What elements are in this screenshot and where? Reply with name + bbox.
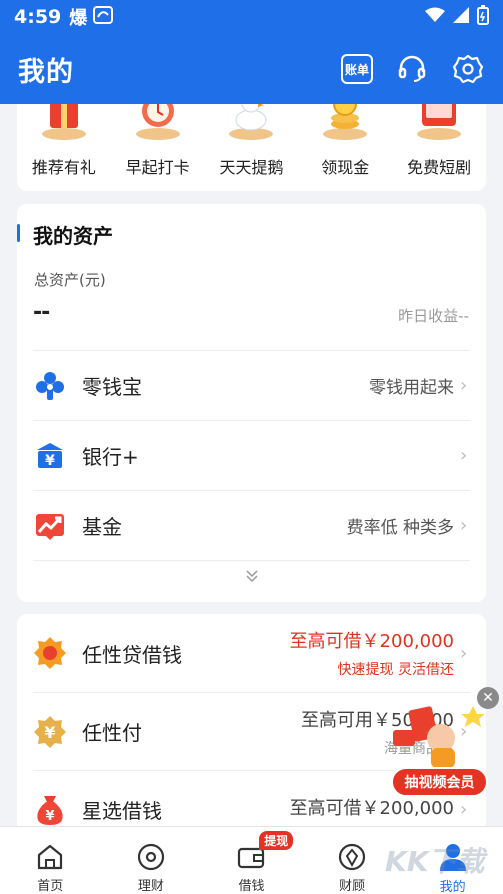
- promo-label: 免费短剧: [407, 158, 472, 177]
- asset-row-bank-plus[interactable]: ¥ 银行+ ›: [33, 420, 470, 490]
- asset-row-fund[interactable]: 基金 费率低 种类多 ›: [33, 490, 470, 560]
- asset-name: 银行+: [82, 445, 139, 469]
- chevron-right-icon: ›: [460, 515, 468, 536]
- promo-item-referral[interactable]: 推荐有礼: [18, 104, 110, 178]
- battery-icon: [477, 5, 489, 29]
- fund-chart-icon: [33, 509, 67, 543]
- asset-name: 零钱宝: [82, 375, 142, 399]
- settings-button[interactable]: [451, 52, 485, 86]
- expand-more-button[interactable]: [17, 568, 486, 588]
- promo-label: 领现金: [321, 158, 370, 177]
- headset-icon: [398, 55, 426, 82]
- promo-item-morning-checkin[interactable]: 早起打卡: [112, 104, 204, 178]
- nav-borrow[interactable]: 提现 借钱: [201, 827, 302, 894]
- nav-home[interactable]: 首页: [0, 827, 101, 894]
- svg-text:¥: ¥: [45, 809, 54, 824]
- withdraw-badge: 提现: [259, 831, 294, 850]
- profile-icon: [437, 841, 469, 873]
- promo-card: 推荐有礼 早起打卡 天天提鹅 领现金 免费短剧: [17, 104, 486, 191]
- promo-item-cash[interactable]: 领现金: [299, 104, 391, 178]
- app-notification-icon: [93, 5, 114, 30]
- gear-icon: [453, 54, 483, 84]
- nav-label: 首页: [37, 879, 64, 894]
- nav-profile[interactable]: 我的: [402, 827, 503, 894]
- wifi-icon: [425, 7, 445, 27]
- gift-icon: [39, 104, 89, 142]
- status-bar: 4:59 爆: [0, 0, 503, 34]
- nav-label: 理财: [137, 879, 164, 894]
- loan-name: 任性付: [82, 721, 142, 745]
- yesterday-earnings: 昨日收益--: [398, 307, 469, 325]
- money-bag-icon: ¥: [33, 793, 67, 827]
- loan-row-renxingdai[interactable]: 任性贷借钱 至高可借￥200,000 快速提现 灵活借还 ›: [33, 614, 470, 692]
- renxingfu-icon: ¥: [33, 715, 67, 749]
- svg-text:¥: ¥: [44, 723, 55, 742]
- nav-advisor[interactable]: 财顾: [302, 827, 403, 894]
- promo-item-goose[interactable]: 天天提鹅: [205, 104, 297, 178]
- promo-item-drama[interactable]: 免费短剧: [393, 104, 485, 178]
- total-assets-value[interactable]: --: [33, 300, 50, 325]
- total-assets-label: 总资产(元): [34, 271, 106, 289]
- loan-sub: 快速提现 灵活借还: [337, 662, 454, 678]
- promo-label: 早起打卡: [125, 158, 190, 177]
- chevron-right-icon: ›: [460, 799, 468, 820]
- cash-icon: [320, 104, 370, 142]
- nav-label: 借钱: [238, 879, 265, 894]
- asset-name: 基金: [82, 515, 122, 539]
- ad-label: 抽视频会员: [391, 767, 488, 797]
- nav-label: 我的: [439, 880, 466, 894]
- bottom-nav: 首页 理财 提现 借钱 财顾 我的: [0, 826, 503, 894]
- status-extra-text: 爆: [69, 8, 88, 29]
- header: 我的 账单: [0, 34, 503, 104]
- promo-label: 推荐有礼: [31, 158, 96, 177]
- section-title: 我的资产: [33, 224, 113, 248]
- status-time: 4:59: [14, 6, 62, 28]
- loan-name: 任性贷借钱: [82, 642, 182, 667]
- bank-icon: ¥: [33, 439, 67, 473]
- nav-finance[interactable]: 理财: [101, 827, 202, 894]
- nav-label: 财顾: [339, 879, 366, 894]
- page-title: 我的: [18, 56, 74, 88]
- signal-icon: [453, 7, 469, 27]
- chevron-right-icon: ›: [460, 445, 468, 466]
- section-accent-bar: [17, 224, 20, 242]
- customer-service-button[interactable]: [395, 52, 429, 86]
- assets-card: 我的资产 总资产(元) -- 昨日收益-- 零钱宝 零钱用起来 › ¥ 银行+ …: [17, 204, 486, 602]
- asset-desc: 零钱用起来: [369, 378, 454, 398]
- asset-divider: [33, 560, 470, 561]
- goose-icon: [226, 104, 276, 142]
- renxingdai-icon: [33, 636, 67, 670]
- advisor-icon: [336, 841, 368, 872]
- double-chevron-down-icon: [245, 570, 258, 583]
- drama-icon: [414, 104, 464, 142]
- promo-label: 天天提鹅: [219, 158, 284, 177]
- alarm-clock-icon: [133, 104, 183, 142]
- bill-button[interactable]: 账单: [341, 54, 373, 84]
- svg-text:¥: ¥: [45, 453, 55, 469]
- asset-row-lingqianbao[interactable]: 零钱宝 零钱用起来 ›: [33, 350, 470, 420]
- home-icon: [34, 841, 66, 872]
- asset-desc: 费率低 种类多: [346, 518, 454, 538]
- chevron-right-icon: ›: [460, 642, 468, 664]
- red-envelope-icon: [393, 706, 485, 768]
- chevron-right-icon: ›: [460, 375, 468, 396]
- lingqianbao-icon: [33, 369, 67, 403]
- loan-name: 星选借钱: [82, 799, 162, 823]
- loan-amount: 至高可借￥200,000: [289, 631, 454, 652]
- floating-ad[interactable]: 抽视频会员: [391, 700, 491, 800]
- finance-icon: [135, 841, 167, 872]
